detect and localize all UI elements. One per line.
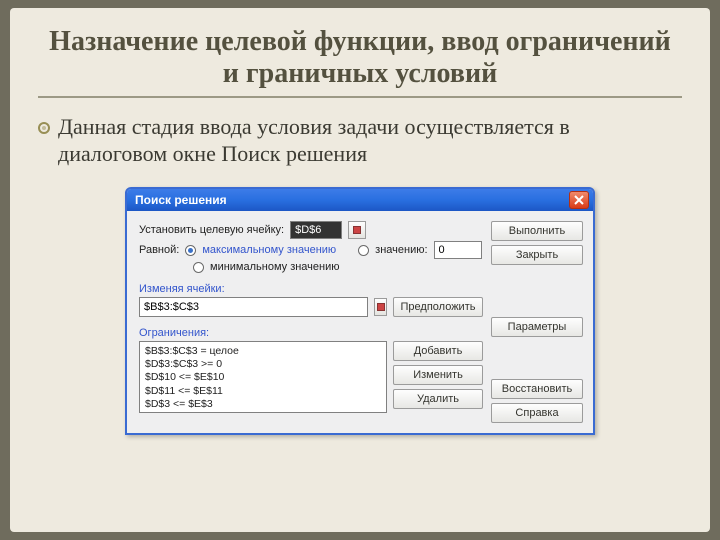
equal-label: Равной: (139, 244, 179, 256)
ref-icon (353, 226, 361, 234)
change-button[interactable]: Изменить (393, 365, 483, 385)
changing-cells-input[interactable] (139, 297, 368, 317)
bullet-text: Данная стадия ввода условия задачи осуще… (58, 114, 682, 167)
close-button[interactable] (569, 191, 589, 209)
changing-cells-row: Предположить (139, 297, 483, 317)
constraint-buttons: Добавить Изменить Удалить (393, 341, 483, 409)
target-cell-input[interactable] (290, 221, 342, 239)
bullet-row: Данная стадия ввода условия задачи осуще… (38, 114, 682, 167)
target-ref-button[interactable] (348, 221, 366, 239)
close-dialog-button[interactable]: Закрыть (491, 245, 583, 265)
close-icon (574, 195, 584, 205)
solver-dialog: Поиск решения Установить целевую ячейку:… (125, 187, 595, 435)
bullet-icon (38, 122, 50, 134)
constraints-row: $B$3:$C$3 = целое $D$3:$C$3 >= 0 $D$10 <… (139, 341, 483, 413)
radio-value[interactable] (358, 245, 369, 256)
dialog-body: Установить целевую ячейку: Равной: макси… (127, 211, 593, 433)
dialog-left-column: Установить целевую ячейку: Равной: макси… (139, 221, 483, 423)
run-button[interactable]: Выполнить (491, 221, 583, 241)
equal-row-2: минимальному значению (193, 261, 483, 273)
ref-icon (377, 303, 385, 311)
radio-max-label: максимальному значению (202, 244, 336, 256)
constraints-listbox[interactable]: $B$3:$C$3 = целое $D$3:$C$3 >= 0 $D$10 <… (139, 341, 387, 413)
changing-ref-button[interactable] (374, 298, 387, 316)
add-button[interactable]: Добавить (393, 341, 483, 361)
dialog-right-column: Выполнить Закрыть Параметры Восстановить… (491, 221, 583, 423)
radio-min-label: минимальному значению (210, 261, 340, 273)
target-cell-label: Установить целевую ячейку: (139, 224, 284, 236)
slide-title: Назначение целевой функции, ввод огранич… (38, 26, 682, 90)
target-cell-row: Установить целевую ячейку: (139, 221, 483, 239)
guess-button[interactable]: Предположить (393, 297, 483, 317)
delete-button[interactable]: Удалить (393, 389, 483, 409)
dialog-wrap: Поиск решения Установить целевую ячейку:… (38, 187, 682, 435)
radio-min[interactable] (193, 262, 204, 273)
title-underline (38, 96, 682, 98)
value-input[interactable] (434, 241, 482, 259)
restore-button[interactable]: Восстановить (491, 379, 583, 399)
dialog-titlebar[interactable]: Поиск решения (127, 189, 593, 211)
radio-value-label: значению: (375, 244, 427, 256)
constraints-label: Ограничения: (139, 327, 483, 339)
parameters-button[interactable]: Параметры (491, 317, 583, 337)
equal-row-1: Равной: максимальному значению значению: (139, 241, 483, 259)
dialog-title: Поиск решения (135, 193, 227, 207)
slide-frame: Назначение целевой функции, ввод огранич… (10, 8, 710, 532)
radio-max[interactable] (185, 245, 196, 256)
help-button[interactable]: Справка (491, 403, 583, 423)
changing-cells-label: Изменяя ячейки: (139, 283, 483, 295)
